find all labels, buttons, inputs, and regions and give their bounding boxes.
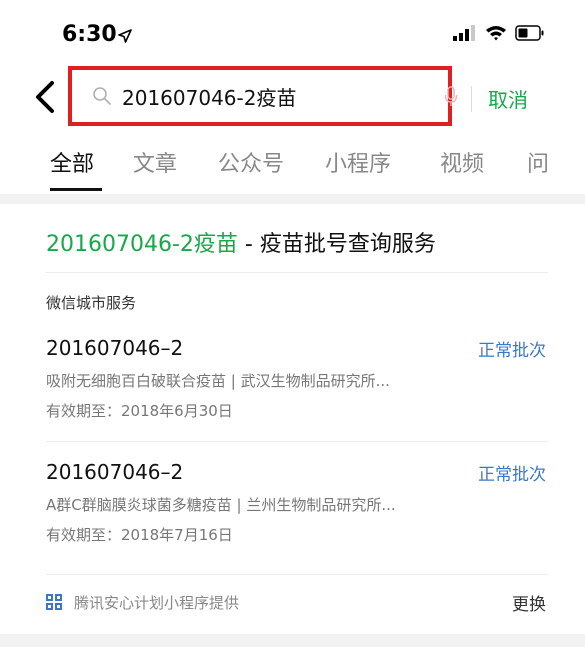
source-label: 微信城市服务: [46, 294, 137, 312]
bottom-separator: [0, 634, 585, 647]
tab-questions[interactable]: 问: [527, 146, 549, 178]
search-row: 201607046-2疫苗 取消: [0, 64, 585, 130]
chevron-left-icon[interactable]: [32, 80, 58, 114]
divider: [46, 441, 548, 442]
batch-status: 正常批次: [478, 341, 546, 361]
divider: [46, 574, 548, 575]
change-button[interactable]: 更换: [512, 590, 546, 615]
expiry-date: 有效期至：2018年6月30日: [46, 402, 233, 420]
tab-all[interactable]: 全部: [50, 146, 94, 178]
tab-videos[interactable]: 视频: [440, 146, 484, 178]
divider: [46, 272, 548, 273]
tab-articles[interactable]: 文章: [133, 146, 177, 178]
vaccine-description: A群C群脑膜炎球菌多糖疫苗 | 兰州生物制品研究所...: [46, 496, 396, 514]
battery-icon: [515, 25, 544, 41]
cellular-signal-icon: [453, 25, 475, 41]
tab-official-accounts[interactable]: 公众号: [218, 146, 284, 178]
search-query[interactable]: 201607046-2疫苗: [122, 82, 296, 111]
vaccine-description: 吸附无细胞百白破联合疫苗 | 武汉生物制品研究所...: [46, 372, 390, 390]
provider-text: 腾讯安心计划小程序提供: [74, 594, 240, 612]
batch-status: 正常批次: [478, 465, 546, 485]
location-arrow-icon: [118, 29, 132, 43]
status-icons: [453, 25, 545, 41]
active-tab-indicator: [50, 188, 102, 191]
microphone-icon[interactable]: [444, 86, 458, 108]
wifi-icon: [486, 26, 506, 41]
batch-number: 201607046–2: [46, 460, 184, 484]
cancel-divider: [471, 86, 472, 112]
tab-bar: 全部 文章 公众号 小程序 视频 问: [0, 130, 585, 195]
search-icon: [93, 87, 111, 105]
expiry-date: 有效期至：2018年7月16日: [46, 526, 233, 544]
status-bar: 6:30: [0, 0, 585, 64]
section-separator: [0, 194, 585, 204]
card-footer: 腾讯安心计划小程序提供 更换: [46, 590, 546, 615]
result-item[interactable]: 201607046–2 正常批次 吸附无细胞百白破联合疫苗 | 武汉生物制品研究…: [46, 336, 546, 426]
mini-program-icon: [46, 594, 62, 610]
card-title-rest: - 疫苗批号查询服务: [237, 232, 436, 257]
tab-mini-programs[interactable]: 小程序: [325, 146, 391, 178]
search-input[interactable]: 201607046-2疫苗: [68, 66, 452, 126]
card-title-highlight: 201607046-2疫苗: [46, 232, 238, 257]
result-item[interactable]: 201607046–2 正常批次 A群C群脑膜炎球菌多糖疫苗 | 兰州生物制品研…: [46, 460, 546, 550]
status-time: 6:30: [62, 22, 117, 47]
batch-number: 201607046–2: [46, 336, 184, 360]
vaccine-query-card[interactable]: 201607046-2疫苗 - 疫苗批号查询服务 微信城市服务 20160704…: [28, 204, 548, 634]
card-title[interactable]: 201607046-2疫苗 - 疫苗批号查询服务: [46, 226, 436, 258]
cancel-button[interactable]: 取消: [488, 84, 528, 113]
